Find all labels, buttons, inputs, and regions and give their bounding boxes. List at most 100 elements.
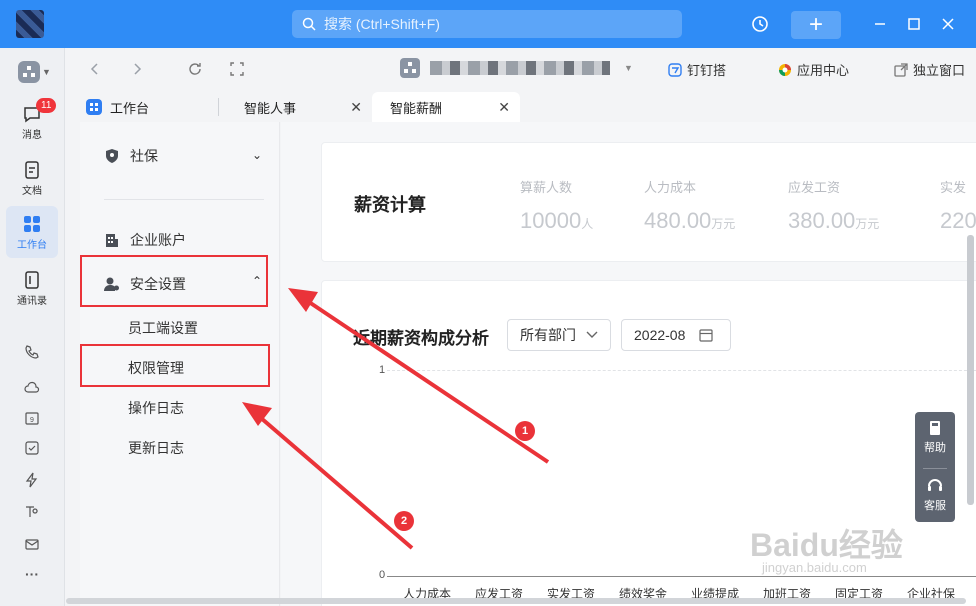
calendar-icon [699,329,713,342]
menu-operation-log[interactable]: 操作日志 [128,398,184,418]
todo-icon[interactable] [22,438,42,458]
title-bar: 搜索 (Ctrl+Shift+F) + [0,0,976,48]
maximize-icon[interactable] [902,12,926,36]
tab-bar: 工作台 智能人事 ✕ 智能薪酬 ✕ [66,90,976,122]
more-icon[interactable]: ··· [22,564,42,584]
payroll-title: 薪资计算 [354,195,426,215]
org-switcher[interactable]: ▼ [18,60,52,84]
payroll-summary-card: 薪资计算 算薪人数 10000人 人力成本 480.00万元 应发工资 380.… [321,142,976,262]
add-button[interactable]: + [791,11,841,39]
mail-icon[interactable] [22,534,42,554]
stat-value: 480.00 [644,208,712,233]
book-icon [930,421,940,435]
vertical-scrollbar[interactable] [967,235,974,505]
nav-workbench-label: 工作台 [17,239,47,251]
app-center-icon [779,63,791,76]
external-window-icon [894,62,908,77]
calendar-icon[interactable]: 9 [22,408,42,428]
nav-contacts[interactable]: 通讯录 [6,262,58,314]
help-widget: 帮助 客服 [915,412,955,522]
analysis-title: 近期薪资构成分析 [353,329,489,348]
stat-label: 实发 [940,180,967,195]
close-icon[interactable] [936,12,960,36]
nav-messages[interactable]: 消息 11 [6,96,58,148]
history-icon[interactable] [748,12,772,36]
nav-messages-label: 消息 [22,129,42,141]
annotation-number-2: 2 [394,511,414,531]
tab-smart-hr-label: 智能人事 [244,100,297,116]
minimize-icon[interactable] [868,12,892,36]
menu-enterprise-account-label: 企业账户 [130,232,186,248]
nav-docs[interactable]: 文档 [6,152,58,204]
help-label: 帮助 [924,442,946,454]
workbench-tab-icon [86,99,102,115]
search-input[interactable]: 搜索 (Ctrl+Shift+F) [292,10,682,38]
horizontal-scrollbar[interactable] [66,598,966,604]
close-tab-icon[interactable]: ✕ [498,99,510,116]
menu-employee-settings[interactable]: 员工端设置 [128,318,198,338]
customer-service-button[interactable]: 客服 [915,476,955,513]
organization-selector[interactable]: ▼ [400,58,633,78]
search-icon [302,17,316,31]
help-button[interactable]: 帮助 [915,420,955,455]
stat-net-pay: 实发 220 [940,177,976,234]
building-icon [106,234,118,247]
menu-social-security[interactable]: 社保 [104,146,158,166]
org-name-blurred [430,61,610,75]
caret-down-icon: ▼ [42,67,51,77]
close-tab-icon[interactable]: ✕ [350,99,362,116]
stat-unit: 人 [581,217,594,231]
dingtalk-builder-link[interactable]: 钉钉搭 [668,60,726,79]
tab-smart-hr[interactable]: 智能人事 ✕ [232,92,372,122]
cloud-icon[interactable] [22,378,42,398]
stat-label: 人力成本 [644,180,697,195]
tab-divider [218,98,219,116]
menu-social-security-label: 社保 [130,148,158,164]
unread-badge: 11 [36,98,57,113]
phone-icon[interactable] [22,342,42,362]
stat-value: 220 [940,208,976,233]
date-picker-value: 2022-08 [634,327,686,343]
menu-enterprise-account[interactable]: 企业账户 [104,230,186,250]
nav-workbench[interactable]: 工作台 [6,206,58,258]
back-icon[interactable] [86,60,104,78]
chevron-down-icon: ⌄ [252,148,263,162]
app-center-link[interactable]: 应用中心 [778,60,849,79]
menu-update-log[interactable]: 更新日志 [128,438,184,458]
fullscreen-icon[interactable] [228,60,246,78]
date-picker[interactable]: 2022-08 [621,319,731,351]
tab-workbench[interactable]: 工作台 [86,92,226,122]
app-center-label: 应用中心 [797,63,850,78]
standalone-window-link[interactable]: 独立窗口 [894,60,965,79]
caret-down-icon: ▼ [624,63,633,73]
watermark-url: jingyan.baidu.com [762,560,867,575]
tab-smart-payroll[interactable]: 智能薪酬 ✕ [372,92,520,122]
contacts-icon [25,270,39,289]
toolbar: ▼ 钉钉搭 应用中心 独立窗口 [66,48,976,90]
nav-docs-label: 文档 [22,185,42,197]
menu-divider [104,199,264,200]
department-select[interactable]: 所有部门 [507,319,611,351]
tab-smart-payroll-label: 智能薪酬 [390,100,443,116]
dingtalk-icon [668,62,682,77]
annotation-number-1: 1 [515,421,535,441]
annotation-box-permission [80,344,270,387]
forward-icon[interactable] [128,60,146,78]
shield-icon [106,149,118,163]
stat-value: 10000 [520,208,582,233]
tab-workbench-label: 工作台 [110,100,150,116]
stat-label: 应发工资 [788,180,841,195]
stat-value: 380.00 [788,208,856,233]
stat-unit: 万元 [711,217,736,231]
refresh-icon[interactable] [186,60,204,78]
stat-unit: 万元 [855,217,880,231]
tools-icon[interactable] [22,502,42,522]
stat-label: 算薪人数 [520,180,573,195]
svg-text:9: 9 [30,417,34,424]
org-building-icon [400,58,420,78]
org-icon [18,61,40,83]
lightning-icon[interactable] [22,470,42,490]
left-nav: ▼ 消息 11 文档 工作台 通讯录 9 ··· [0,48,65,606]
search-placeholder: 搜索 (Ctrl+Shift+F) [324,16,440,32]
stat-payable: 应发工资 380.00万元 [788,177,879,234]
